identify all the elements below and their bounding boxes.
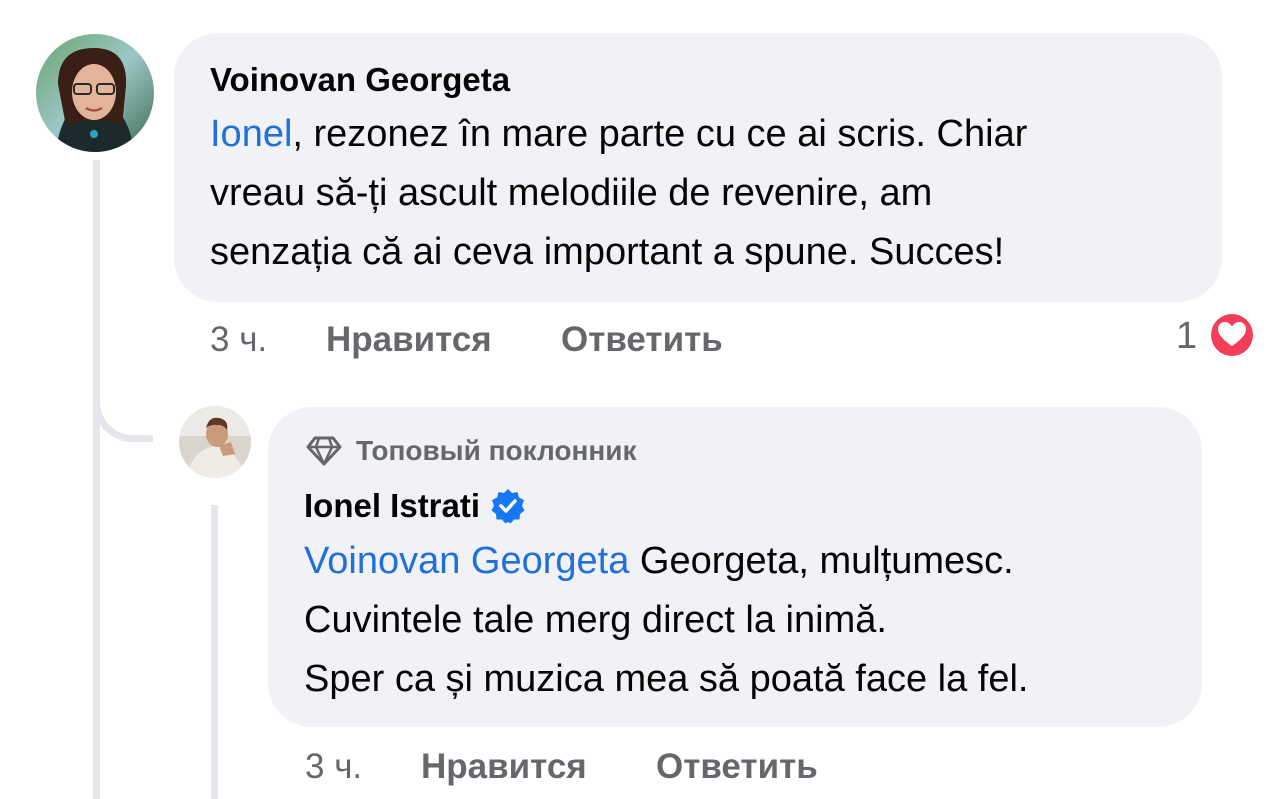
comment-like-button[interactable]: Нравится bbox=[326, 320, 492, 360]
reply-text: Voinovan Georgeta Georgeta, mulțumesc. C… bbox=[304, 532, 1184, 709]
comment-mention-link[interactable]: Ionel bbox=[210, 113, 292, 155]
reply-text-line-2: Cuvintele tale merg direct la inimă. bbox=[304, 599, 887, 641]
diamond-icon bbox=[306, 436, 342, 466]
avatar-ionel-istrati[interactable] bbox=[179, 406, 251, 478]
comment-text-line-3: senzația că ai ceva important a spune. S… bbox=[210, 231, 1005, 273]
top-fan-badge[interactable]: Топовый поклонник bbox=[306, 433, 637, 469]
comment-reply-button[interactable]: Ответить bbox=[561, 320, 723, 360]
comment-timestamp[interactable]: 3 ч. bbox=[210, 320, 267, 360]
heart-icon[interactable] bbox=[1207, 310, 1257, 360]
comment-text-line-2: vreau să-ți ascult melodiile de revenire… bbox=[210, 172, 933, 214]
reply-text-line-3: Sper ca și muzica mea să poată face la f… bbox=[304, 658, 1029, 700]
reply-timestamp[interactable]: 3 ч. bbox=[305, 747, 362, 787]
comment-author-name[interactable]: Voinovan Georgeta bbox=[210, 60, 510, 100]
top-fan-label: Топовый поклонник bbox=[356, 435, 637, 466]
thread-line-branch bbox=[93, 380, 153, 442]
reply-text-line-1: Voinovan Georgeta Georgeta, mulțumesc. bbox=[304, 540, 1014, 582]
reply-like-button[interactable]: Нравится bbox=[421, 747, 587, 787]
verified-badge-icon bbox=[491, 489, 525, 524]
comment-text-line-1: Ionel, rezonez în mare parte cu ce ai sc… bbox=[210, 113, 1028, 155]
reaction-count[interactable]: 1 bbox=[1176, 316, 1197, 356]
thread-line-reply bbox=[211, 505, 218, 799]
avatar-voinovan-georgeta[interactable] bbox=[36, 34, 154, 152]
reply-mention-link[interactable]: Voinovan Georgeta bbox=[304, 540, 629, 582]
comment-text: Ionel, rezonez în mare parte cu ce ai sc… bbox=[210, 105, 1210, 282]
reply-reply-button[interactable]: Ответить bbox=[656, 747, 818, 787]
reply-author-name[interactable]: Ionel Istrati bbox=[304, 486, 526, 526]
thread-line-main bbox=[93, 160, 100, 799]
